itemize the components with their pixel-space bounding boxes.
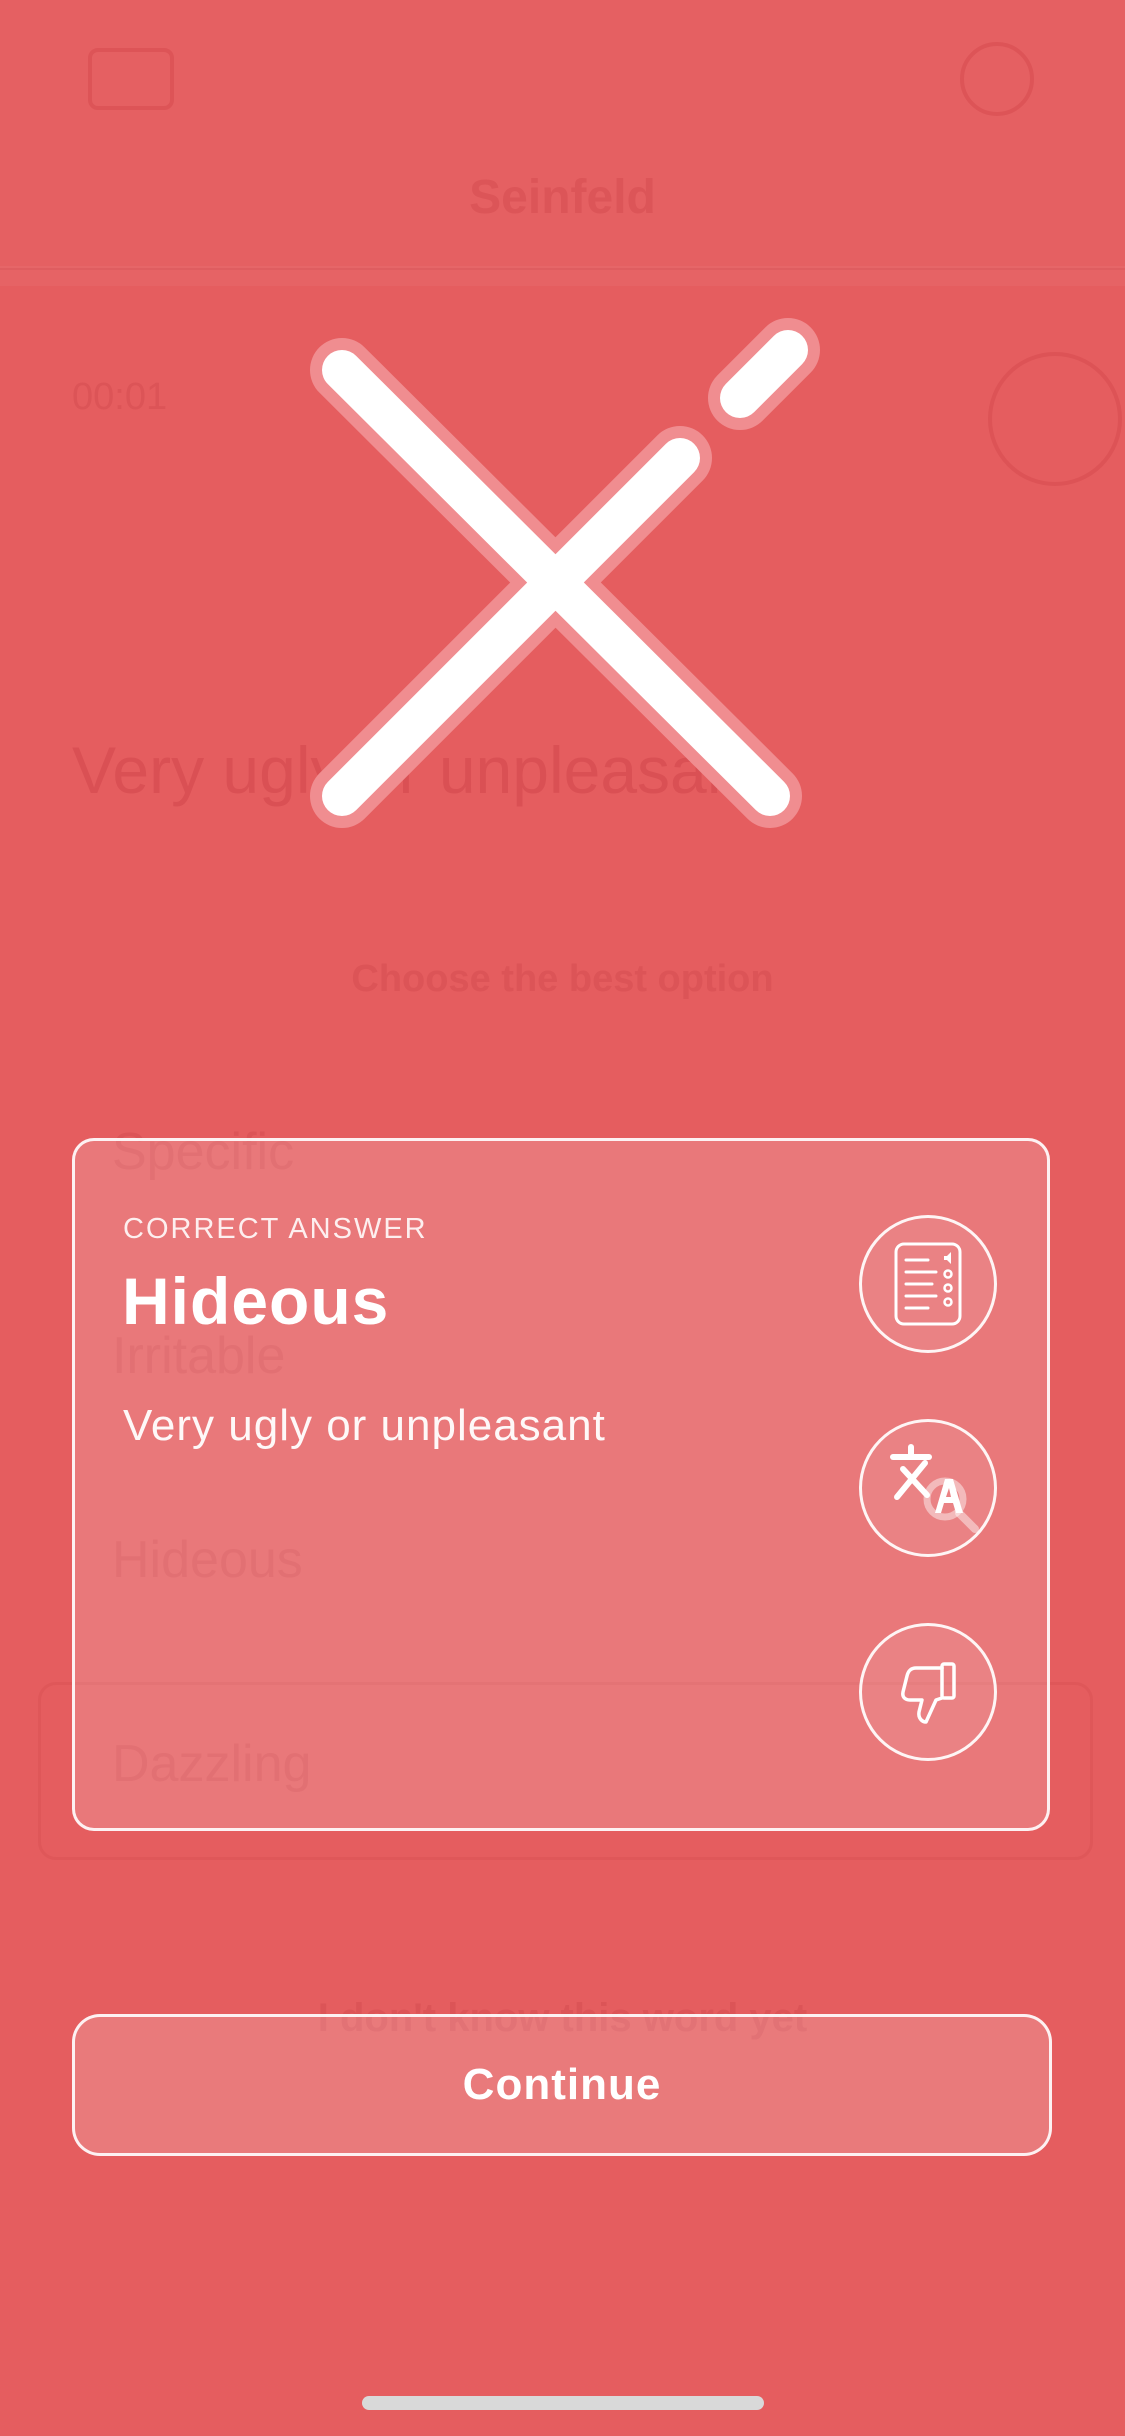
settings-icon xyxy=(960,42,1034,116)
timer: 00:01 xyxy=(72,376,168,418)
dictionary-audio-icon xyxy=(894,1242,962,1326)
header-bar xyxy=(0,0,1125,270)
correct-answer-word: Hideous xyxy=(122,1264,390,1338)
close-icon xyxy=(88,48,174,110)
home-indicator xyxy=(362,2396,764,2410)
correct-answer-definition: Very ugly or unpleasant xyxy=(123,1401,606,1450)
instruction-text: Choose the best option xyxy=(351,958,774,1000)
quiz-result-screen: Seinfeld 00:01 Very ugly or unpleasant C… xyxy=(0,0,1125,2436)
thumbs-down-icon xyxy=(901,1662,956,1724)
progress-track xyxy=(0,266,1125,286)
translate-icon xyxy=(890,1444,979,1533)
dictionary-button[interactable] xyxy=(859,1215,997,1353)
continue-button[interactable]: Continue xyxy=(72,2014,1052,2156)
translate-icon xyxy=(988,352,1122,486)
correct-answer-caption: CORRECT ANSWER xyxy=(123,1213,428,1245)
correct-answer-card: CORRECT ANSWER Hideous Very ugly or unpl… xyxy=(72,1138,1050,1831)
x-mark-icon xyxy=(310,318,820,828)
translate-button[interactable] xyxy=(859,1419,997,1557)
dislike-button[interactable] xyxy=(859,1623,997,1761)
deck-title: Seinfeld xyxy=(469,171,656,224)
